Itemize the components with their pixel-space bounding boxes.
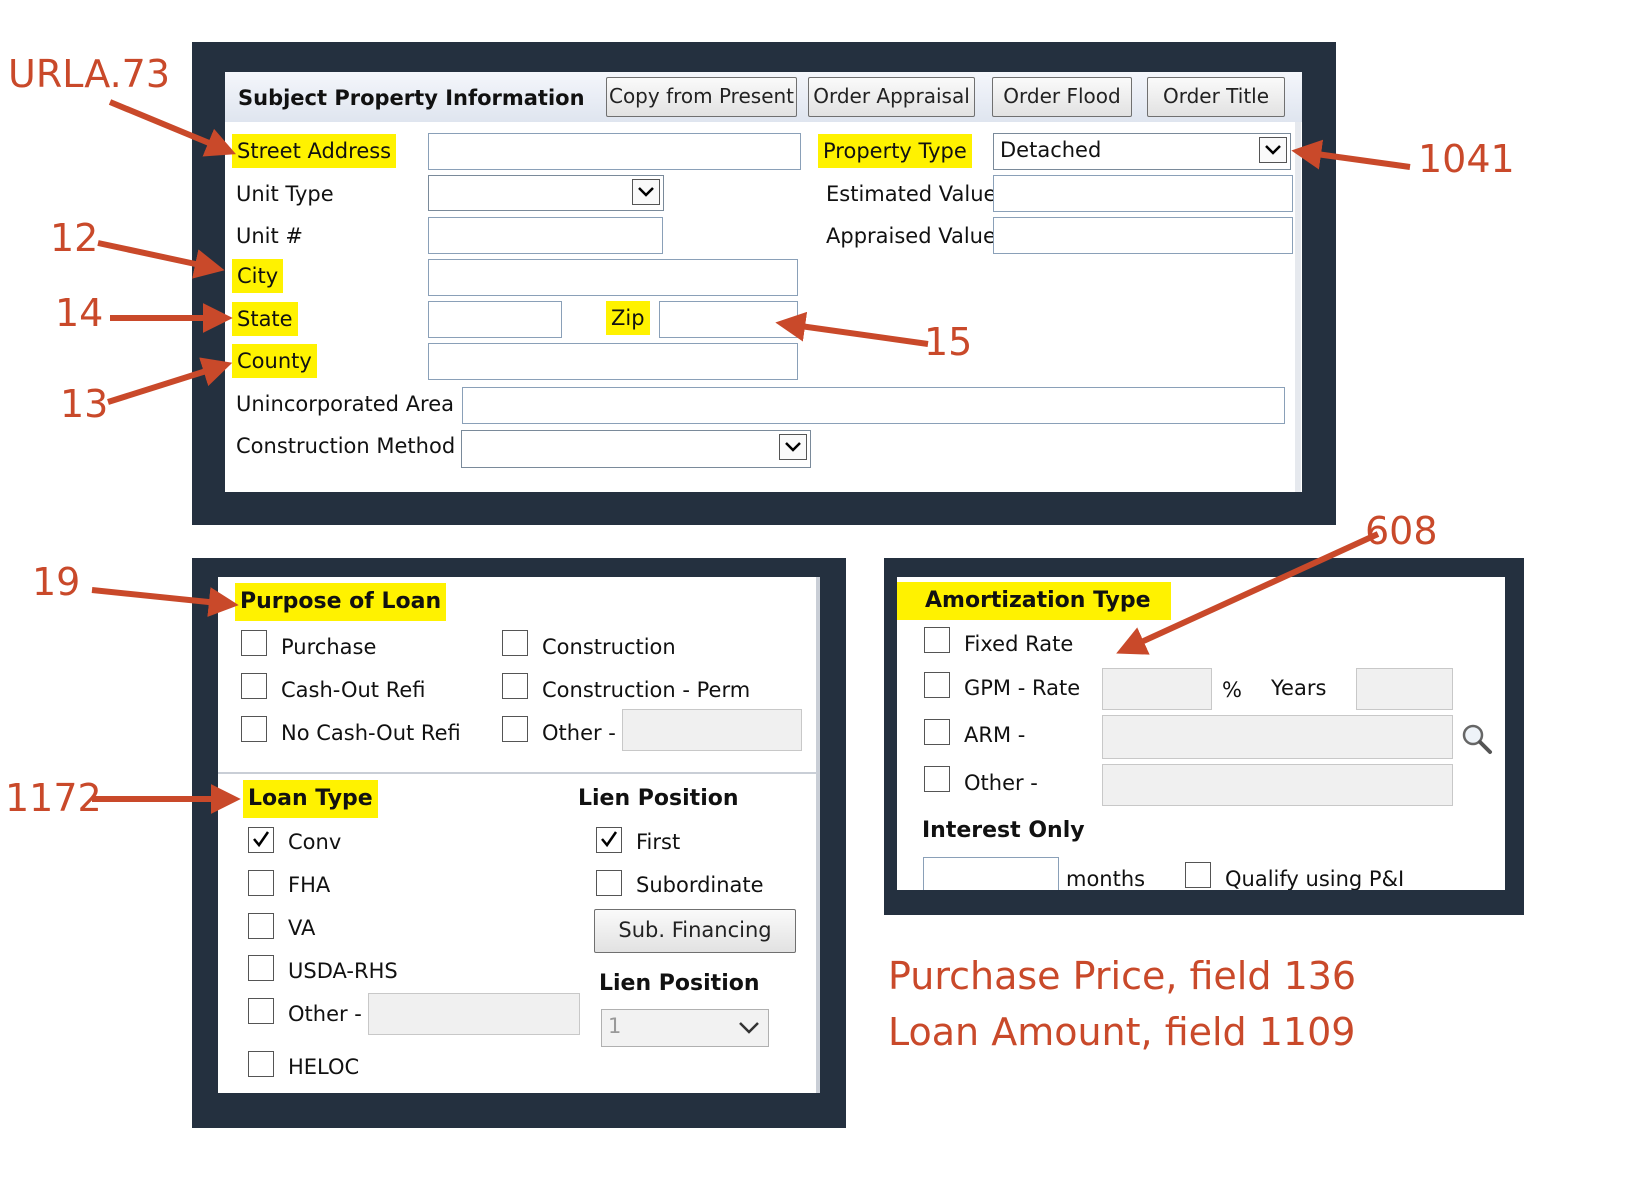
arrow-19 [91,587,239,617]
annotation-608: 608 [1365,509,1438,553]
arrow-1041 [1291,139,1411,170]
arrow-urla [108,99,236,157]
annotation-19: 19 [32,560,81,604]
arrow-15 [775,311,929,347]
note-loan-amount: Loan Amount, field 1109 [888,1010,1356,1054]
annotation-13: 13 [60,382,109,426]
note-purchase-price: Purchase Price, field 136 [888,954,1357,998]
annotation-15: 15 [924,320,973,364]
arrow-12 [97,240,225,279]
arrow-13 [107,357,233,405]
annotation-urla: URLA.73 [8,52,171,96]
annotation-1041: 1041 [1418,137,1515,181]
annotation-14: 14 [55,291,104,335]
arrow-608 [1116,531,1380,655]
annotation-12: 12 [50,216,99,260]
annotation-arrows [91,99,1411,814]
annotation-1172: 1172 [5,776,102,820]
